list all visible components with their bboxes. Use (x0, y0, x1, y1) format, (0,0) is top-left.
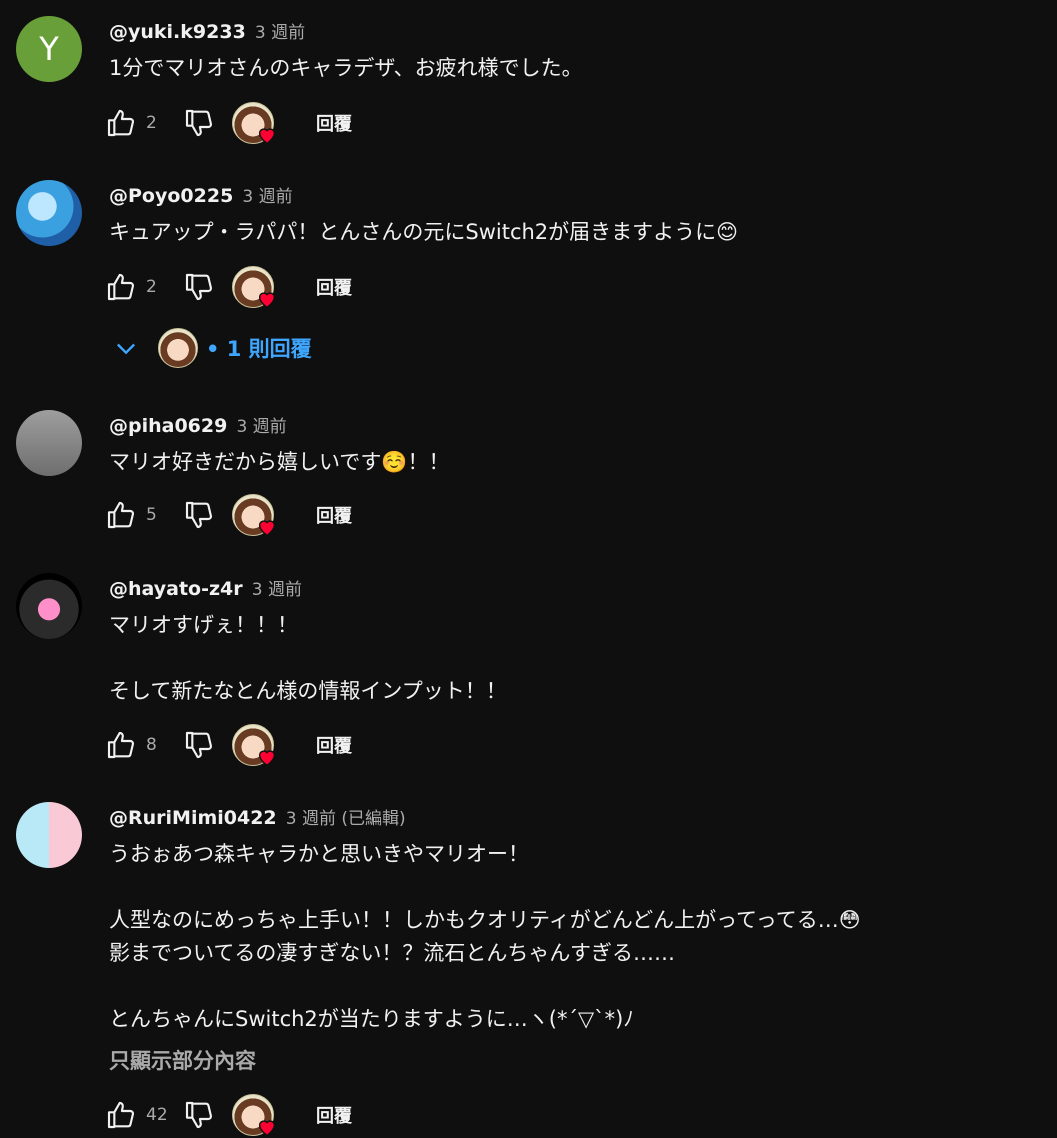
dislike-button[interactable] (182, 106, 216, 140)
heart-icon (256, 746, 278, 768)
reply-button[interactable]: 回覆 (316, 496, 352, 534)
reply-button[interactable]: 回覆 (316, 268, 352, 306)
reply-button[interactable]: 回覆 (316, 1096, 352, 1134)
like-count: 8 (146, 735, 157, 755)
comment-text: 1分でマリオさんのキャラデザ、お疲れ様でした。 (109, 56, 583, 80)
like-count: 2 (146, 277, 157, 297)
dislike-button[interactable] (182, 1098, 216, 1132)
like-count: 2 (146, 113, 157, 133)
creator-heart (232, 266, 274, 308)
avatar[interactable] (16, 802, 82, 868)
comment-time[interactable]: 3 週前 (252, 580, 302, 600)
reply-button[interactable]: 回覆 (316, 726, 352, 764)
comment-time[interactable]: 3 週前 (255, 23, 305, 43)
comment-author[interactable]: @RuriMimi0422 (109, 807, 277, 829)
comment-time[interactable]: 3 週前 (已編輯) (286, 809, 406, 829)
thumb-up-icon (105, 271, 137, 303)
comment-time[interactable]: 3 週前 (242, 187, 292, 207)
thumb-down-icon (183, 499, 215, 531)
view-replies-button[interactable]: • 1 則回覆 (112, 325, 312, 371)
heart-icon (256, 288, 278, 310)
avatar[interactable]: Y (16, 16, 82, 82)
comment-actions: 5 回覆 (104, 494, 352, 536)
comment-author[interactable]: @yuki.k9233 (109, 21, 246, 43)
comment-actions: 2 回覆 (104, 266, 352, 308)
reply-button[interactable]: 回覆 (316, 104, 352, 142)
thumb-down-icon (183, 107, 215, 139)
thumb-down-icon (183, 1099, 215, 1131)
avatar[interactable] (16, 573, 82, 639)
dislike-button[interactable] (182, 270, 216, 304)
thumb-up-icon (105, 729, 137, 761)
creator-heart (232, 724, 274, 766)
like-button[interactable] (104, 498, 138, 532)
creator-avatar (158, 328, 198, 368)
show-more-link[interactable]: 只顯示部分內容 (109, 1045, 256, 1075)
chevron-down-icon (117, 343, 135, 355)
comment-time[interactable]: 3 週前 (236, 417, 286, 437)
dislike-button[interactable] (182, 728, 216, 762)
comment-actions: 42 回覆 (104, 1094, 352, 1136)
thumb-up-icon (105, 107, 137, 139)
comment-author[interactable]: @Poyo0225 (109, 185, 233, 207)
replies-count: • 1 則回覆 (206, 337, 312, 361)
creator-heart (232, 102, 274, 144)
like-count: 5 (146, 505, 157, 525)
comment-text: マリオ好きだから嬉しいです☺️！！ (109, 450, 450, 474)
heart-icon (256, 516, 278, 538)
creator-heart (232, 1094, 274, 1136)
creator-heart (232, 494, 274, 536)
comment-author[interactable]: @hayato-z4r (109, 578, 243, 600)
dislike-button[interactable] (182, 498, 216, 532)
comment-text: うおぉあつ森キャラかと思いきやマリオー！ 人型なのにめっちゃ上手い！！しかもクオ… (109, 842, 861, 1031)
comment-actions: 8 回覆 (104, 724, 352, 766)
like-button[interactable] (104, 728, 138, 762)
like-count: 42 (146, 1105, 168, 1125)
thumb-up-icon (105, 499, 137, 531)
like-button[interactable] (104, 106, 138, 140)
heart-icon (256, 124, 278, 146)
thumb-down-icon (183, 729, 215, 761)
like-button[interactable] (104, 1098, 138, 1132)
comment-actions: 2 回覆 (104, 102, 352, 144)
avatar[interactable] (16, 410, 82, 476)
comment-text: キュアップ・ラパパ！とんさんの元にSwitch2が届きますように😊 (109, 220, 739, 244)
comment-text: マリオすげぇ！！！ そして新たなとん様の情報インプット！！ (109, 613, 507, 703)
comment-author[interactable]: @piha0629 (109, 415, 227, 437)
thumb-up-icon (105, 1099, 137, 1131)
like-button[interactable] (104, 270, 138, 304)
thumb-down-icon (183, 271, 215, 303)
avatar[interactable] (16, 180, 82, 246)
